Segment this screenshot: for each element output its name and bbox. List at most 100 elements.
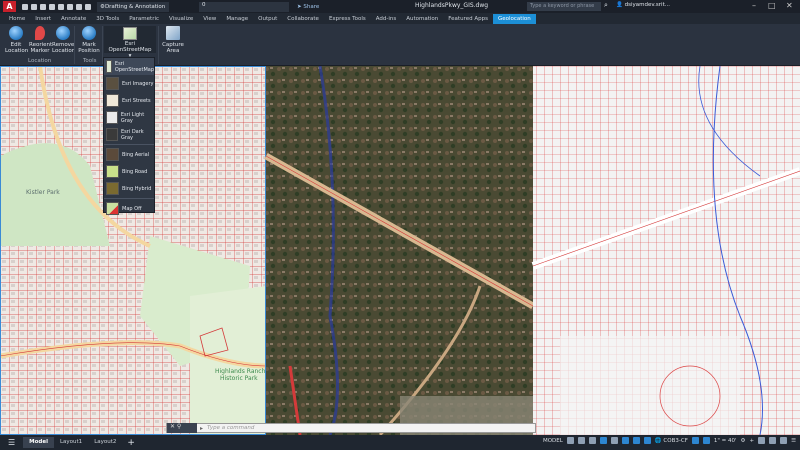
divider bbox=[74, 26, 75, 64]
viewport-right[interactable] bbox=[531, 66, 800, 435]
menu-item-map-off[interactable]: Map Off bbox=[104, 200, 154, 217]
document-title: HighlandsPkwy_GIS.dwg bbox=[415, 2, 489, 9]
model-space-toggle[interactable]: MODEL bbox=[543, 438, 563, 444]
ortho-icon[interactable] bbox=[588, 437, 596, 444]
customize-icon[interactable]: ☰ bbox=[791, 438, 796, 444]
viewport-center[interactable] bbox=[264, 66, 535, 435]
coordinate-system[interactable]: 🌐 COB3-CF bbox=[655, 438, 688, 444]
remove-location-label: Remove Location bbox=[52, 42, 76, 54]
fullscreen-icon[interactable] bbox=[780, 437, 788, 444]
tab-insert[interactable]: Insert bbox=[30, 14, 56, 24]
map-label-kistler-park: Kistler Park bbox=[26, 189, 60, 196]
menu-item-label: Bing Hybrid bbox=[122, 185, 152, 192]
new-icon[interactable] bbox=[22, 3, 28, 10]
tab-collaborate[interactable]: Collaborate bbox=[282, 14, 324, 24]
edit-location-button[interactable]: Edit Location bbox=[5, 26, 28, 54]
menu-item-esri-openstreetmap[interactable]: Esri OpenStreetMap bbox=[104, 58, 154, 75]
tab-add-ins[interactable]: Add-ins bbox=[371, 14, 402, 24]
osm-thumbnail-icon bbox=[106, 60, 112, 73]
mark-position-button[interactable]: Mark Position bbox=[77, 26, 101, 54]
tab-home[interactable]: Home bbox=[4, 14, 30, 24]
saveas-icon[interactable] bbox=[49, 3, 55, 10]
tab-express-tools[interactable]: Express Tools bbox=[324, 14, 371, 24]
mark-position-label: Mark Position bbox=[78, 42, 100, 54]
hybrid-thumbnail-icon bbox=[106, 182, 119, 195]
menu-icon[interactable]: ☰ bbox=[0, 438, 23, 447]
menu-item-bing-hybrid[interactable]: Bing Hybrid bbox=[104, 180, 154, 197]
menu-item-label: Esri Imagery bbox=[122, 80, 154, 87]
capture-area-button[interactable]: Capture Area bbox=[161, 26, 185, 54]
user-account[interactable]: 👤 dsiyamdev.srit... bbox=[616, 2, 670, 8]
search-input[interactable]: Type a keyword or phrase bbox=[527, 2, 601, 11]
tab-annotate[interactable]: Annotate bbox=[56, 14, 91, 24]
tab-manage[interactable]: Manage bbox=[221, 14, 253, 24]
menu-item-bing-road[interactable]: Bing Road bbox=[104, 163, 154, 180]
tab-model[interactable]: Model bbox=[23, 437, 54, 448]
dark-gray-thumbnail-icon bbox=[106, 128, 119, 141]
app-logo[interactable]: A bbox=[3, 1, 16, 12]
layer-dropdown[interactable]: 0 bbox=[199, 1, 289, 12]
plot-icon[interactable] bbox=[58, 3, 64, 10]
annotation-visibility-icon[interactable] bbox=[691, 437, 699, 444]
tab-layout2[interactable]: Layout2 bbox=[88, 437, 122, 448]
redo-icon[interactable] bbox=[85, 3, 91, 10]
reorient-marker-button[interactable]: Reorient Marker bbox=[29, 26, 52, 54]
remove-location-button[interactable]: Remove Location bbox=[52, 26, 76, 54]
tab-visualize[interactable]: Visualize bbox=[164, 14, 198, 24]
open-icon[interactable] bbox=[31, 3, 37, 10]
tab-parametric[interactable]: Parametric bbox=[124, 14, 164, 24]
polar-icon[interactable] bbox=[599, 437, 607, 444]
map-label-historic-park-1: Highlands Ranch bbox=[215, 368, 266, 375]
status-toolbar: MODEL 🌐 COB3-CF 1" = 40' ⚙ + ☰ bbox=[543, 437, 796, 444]
tab-featured-apps[interactable]: Featured Apps bbox=[443, 14, 493, 24]
print-icon[interactable] bbox=[67, 3, 73, 10]
save-icon[interactable] bbox=[40, 3, 46, 10]
menu-item-esri-light-gray[interactable]: Esri Light Gray bbox=[104, 109, 154, 126]
maximize-button[interactable]: □ bbox=[768, 1, 776, 10]
user-name: dsiyamdev.srit... bbox=[624, 2, 670, 8]
autoscale-icon[interactable] bbox=[702, 437, 710, 444]
tab-geolocation[interactable]: Geolocation bbox=[492, 13, 536, 24]
add-layout-icon[interactable]: + bbox=[122, 438, 140, 448]
coordinate-system-label: COB3-CF bbox=[663, 437, 688, 444]
quick-access-toolbar bbox=[22, 3, 91, 10]
workspace-label: Drafting & Annotation bbox=[104, 3, 166, 10]
menu-item-bing-aerial[interactable]: Bing Aerial bbox=[104, 146, 154, 163]
plus-icon[interactable]: + bbox=[749, 438, 754, 444]
geolocation-icon[interactable] bbox=[643, 437, 651, 444]
globe-remove-icon bbox=[56, 26, 70, 40]
share-label: Share bbox=[303, 3, 320, 10]
search-icon[interactable]: ⌕ bbox=[604, 1, 608, 10]
grid-icon[interactable] bbox=[566, 437, 574, 444]
globe-icon bbox=[9, 26, 23, 40]
isodraft-icon[interactable] bbox=[610, 437, 618, 444]
menu-item-esri-imagery[interactable]: Esri Imagery bbox=[104, 75, 154, 92]
osnap-icon[interactable] bbox=[621, 437, 629, 444]
command-line[interactable]: ✕ ⚲ ▸ Type a command bbox=[166, 423, 536, 433]
tab-layout1[interactable]: Layout1 bbox=[54, 437, 88, 448]
capture-area-label: Capture Area bbox=[162, 42, 184, 54]
close-button[interactable]: ✕ bbox=[786, 1, 793, 10]
isolate-icon[interactable] bbox=[769, 437, 777, 444]
annotation-scale[interactable]: 1" = 40' bbox=[714, 438, 737, 444]
map-type-menu: Esri OpenStreetMap Esri Imagery Esri Str… bbox=[103, 57, 155, 215]
minimize-button[interactable]: – bbox=[752, 1, 756, 10]
units-icon[interactable] bbox=[758, 437, 766, 444]
menu-item-esri-dark-gray[interactable]: Esri Dark Gray bbox=[104, 126, 154, 143]
command-input[interactable]: Type a command bbox=[203, 425, 254, 431]
divider bbox=[104, 144, 154, 145]
tab-output[interactable]: Output bbox=[253, 14, 282, 24]
location-panel-label: Location bbox=[28, 58, 52, 64]
command-close-icon[interactable]: ✕ ⚲ bbox=[167, 423, 197, 433]
tab-3d-tools[interactable]: 3D Tools bbox=[91, 14, 124, 24]
map-type-dropdown[interactable]: Esri OpenStreetMap ▾ bbox=[104, 26, 156, 59]
menu-item-esri-streets[interactable]: Esri Streets bbox=[104, 92, 154, 109]
otrack-icon[interactable] bbox=[632, 437, 640, 444]
share-button[interactable]: ➤ Share bbox=[297, 4, 319, 10]
tab-view[interactable]: View bbox=[198, 14, 221, 24]
gear-icon[interactable]: ⚙ bbox=[741, 438, 746, 444]
snap-icon[interactable] bbox=[577, 437, 585, 444]
tab-automation[interactable]: Automation bbox=[401, 14, 443, 24]
workspace-dropdown[interactable]: ⚙ Drafting & Annotation bbox=[97, 1, 169, 12]
undo-icon[interactable] bbox=[76, 3, 82, 10]
